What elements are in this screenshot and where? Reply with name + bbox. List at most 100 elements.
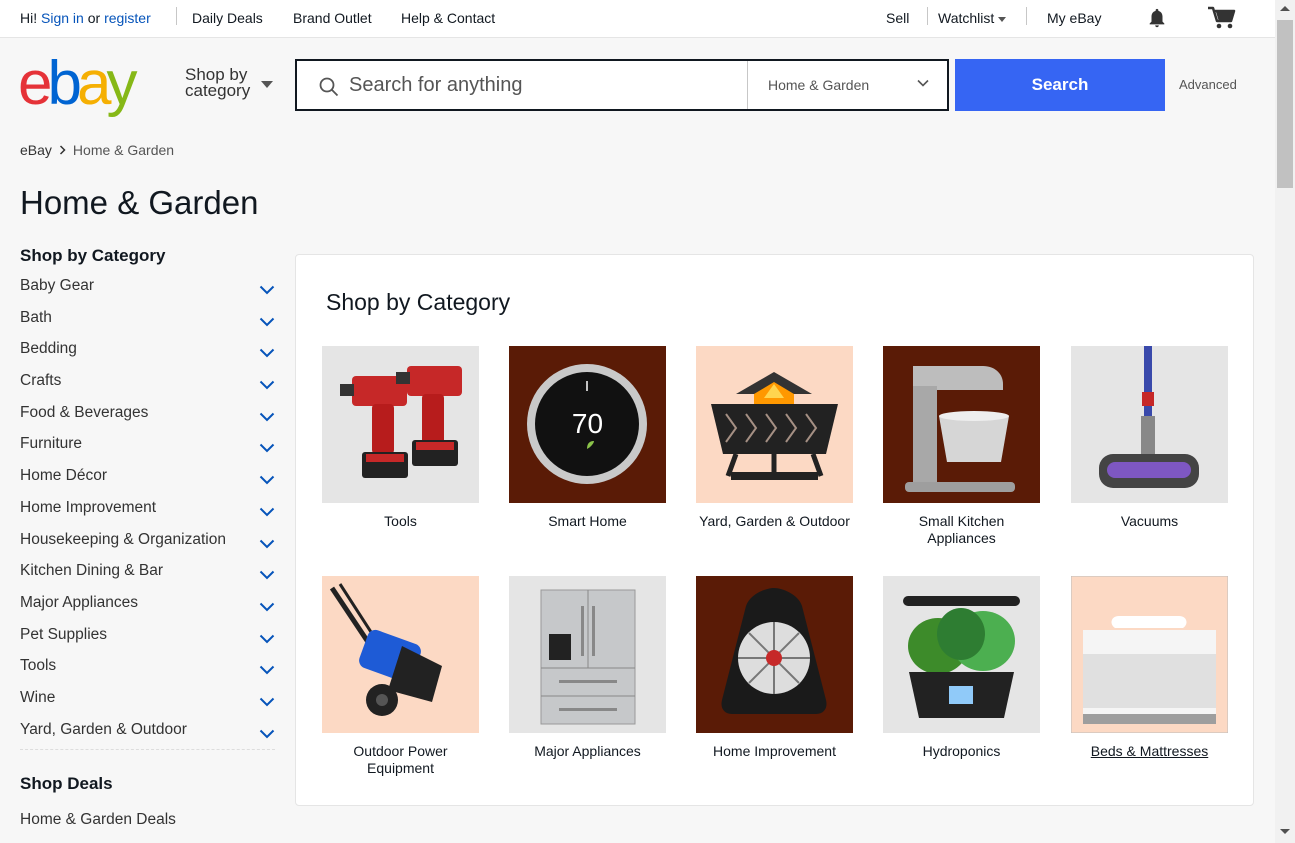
search-button[interactable]: Search [955,59,1165,111]
sidebar-item-home-garden-deals[interactable]: Home & Garden Deals [20,806,275,838]
search-input[interactable] [349,61,739,109]
refrigerator-image [509,576,666,733]
sidebar-item-major-appliances[interactable]: Major Appliances [20,589,275,621]
help-contact-link[interactable]: Help & Contact [401,10,495,26]
sidebar-item-kitchen-dining-bar[interactable]: Kitchen Dining & Bar [20,557,275,589]
sidebar-item-furniture[interactable]: Furniture [20,430,275,462]
category-tile-yard-garden-outdoor[interactable]: Yard, Garden & Outdoor [696,346,853,530]
sidebar-item-home-improvement[interactable]: Home Improvement [20,494,275,526]
sidebar-item-label: Bedding [20,340,77,358]
sidebar-heading: Shop by Category [20,246,166,265]
mixer-image [883,346,1040,503]
sidebar-item-label: Yard, Garden & Outdoor [20,720,187,738]
chevron-down-icon[interactable] [259,438,275,460]
chevron-down-icon[interactable] [259,534,275,556]
or-text: or [87,10,101,26]
scrollbar-thumb[interactable] [1277,20,1293,188]
sidebar-item-label: Tools [20,657,57,675]
sidebar-item-baby-gear[interactable]: Baby Gear [20,272,275,304]
brand-outlet-link[interactable]: Brand Outlet [293,10,372,26]
cart-icon[interactable] [1207,5,1237,34]
sidebar-item-label: Home Improvement [20,498,157,516]
tools-image [322,346,479,503]
watchlist-menu[interactable]: Watchlist [938,10,1007,26]
scroll-down-arrow-icon[interactable] [1280,829,1290,834]
category-tile-vacuums[interactable]: Vacuums [1071,346,1228,530]
tile-label: Small Kitchen Appliances [918,513,1005,546]
tile-label: Home Improvement [713,743,836,759]
page-title: Home & Garden [20,184,259,221]
chevron-down-icon[interactable] [259,692,275,714]
sidebar-item-label: Crafts [20,372,62,390]
chevron-down-icon[interactable] [259,280,275,302]
vacuum-image [1071,346,1228,503]
watchlist-label: Watchlist [938,10,995,26]
shop-by-category-panel: Shop by Category Tools 70 Smart Home Yar… [295,254,1254,806]
sidebar-item-label: Wine [20,688,56,706]
tile-label: Outdoor Power Equipment [353,743,448,776]
chevron-down-icon[interactable] [259,629,275,651]
sidebar-item-label: Major Appliances [20,593,139,611]
page-scrollbar[interactable] [1275,0,1295,843]
sidebar-item-food-beverages[interactable]: Food & Beverages [20,399,275,431]
thermostat-reading: 70 [571,408,604,439]
category-tile-tools[interactable]: Tools [322,346,479,530]
ebay-logo[interactable]: ebay [18,49,137,119]
tile-label: Vacuums [1120,513,1179,529]
chevron-down-icon[interactable] [259,312,275,334]
sidebar-item-housekeeping-organization[interactable]: Housekeeping & Organization [20,526,275,558]
chevron-down-icon[interactable] [259,565,275,587]
category-tile-major-appliances[interactable]: Major Appliances [509,576,666,760]
panel-title: Shop by Category [326,289,511,315]
divider [176,7,177,25]
tile-label: Tools [384,513,417,529]
daily-deals-link[interactable]: Daily Deals [192,10,263,26]
sidebar-item-tools[interactable]: Tools [20,652,275,684]
sign-in-link[interactable]: Sign in [41,10,84,26]
chevron-down-icon[interactable] [259,597,275,619]
sell-link[interactable]: Sell [886,10,909,26]
chevron-down-icon[interactable] [259,407,275,429]
smart-home-image: 70 [509,346,666,503]
chevron-down-icon [917,79,929,87]
category-tile-outdoor-power-equipment[interactable]: Outdoor Power Equipment [322,576,479,777]
breadcrumb-item-ebay[interactable]: eBay [20,142,52,158]
tile-label: Major Appliances [534,743,641,759]
chevron-down-icon[interactable] [259,660,275,682]
bell-icon[interactable] [1146,7,1168,32]
sidebar-item-bath[interactable]: Bath [20,304,275,336]
category-tile-small-kitchen-appliances[interactable]: Small Kitchen Appliances [883,346,1040,547]
register-link[interactable]: register [104,10,151,26]
caret-down-icon [261,81,273,88]
sidebar-item-pet-supplies[interactable]: Pet Supplies [20,621,275,653]
my-ebay-link[interactable]: My eBay [1047,10,1101,26]
sidebar-item-bedding[interactable]: Bedding [20,335,275,367]
category-tile-smart-home[interactable]: 70 Smart Home [509,346,666,530]
divider [20,749,275,751]
advanced-search-link[interactable]: Advanced [1179,77,1237,92]
greeting: Hi! Sign in or register [20,10,151,26]
search-box: Home & Garden [295,59,949,111]
sidebar-item-yard-garden-outdoor[interactable]: Yard, Garden & Outdoor [20,716,275,748]
snow-blower-image [322,576,479,733]
sidebar-item-wine[interactable]: Wine [20,684,275,716]
heater-fan-image [696,576,853,733]
sidebar-item-label: Home Décor [20,467,107,485]
chevron-down-icon[interactable] [259,375,275,397]
header: ebay Shop by category Home & Garden Sear… [0,39,1275,139]
chevron-right-icon [59,142,66,158]
sidebar-item-label: Bath [20,308,52,326]
sidebar-item-crafts[interactable]: Crafts [20,367,275,399]
category-tile-hydroponics[interactable]: Hydroponics [883,576,1040,760]
chevron-down-icon[interactable] [259,502,275,524]
chevron-down-icon[interactable] [259,470,275,492]
chevron-down-icon[interactable] [259,343,275,365]
scroll-up-arrow-icon[interactable] [1280,6,1290,11]
category-tile-home-improvement[interactable]: Home Improvement [696,576,853,760]
breadcrumb: eBay Home & Garden [20,142,174,158]
category-select[interactable]: Home & Garden [747,61,947,109]
chevron-down-icon[interactable] [259,724,275,746]
sidebar-item-home-d-cor[interactable]: Home Décor [20,462,275,494]
category-tile-beds-mattresses[interactable]: Beds & Mattresses [1071,576,1228,760]
shop-by-category-button[interactable]: Shop by category [185,66,273,99]
